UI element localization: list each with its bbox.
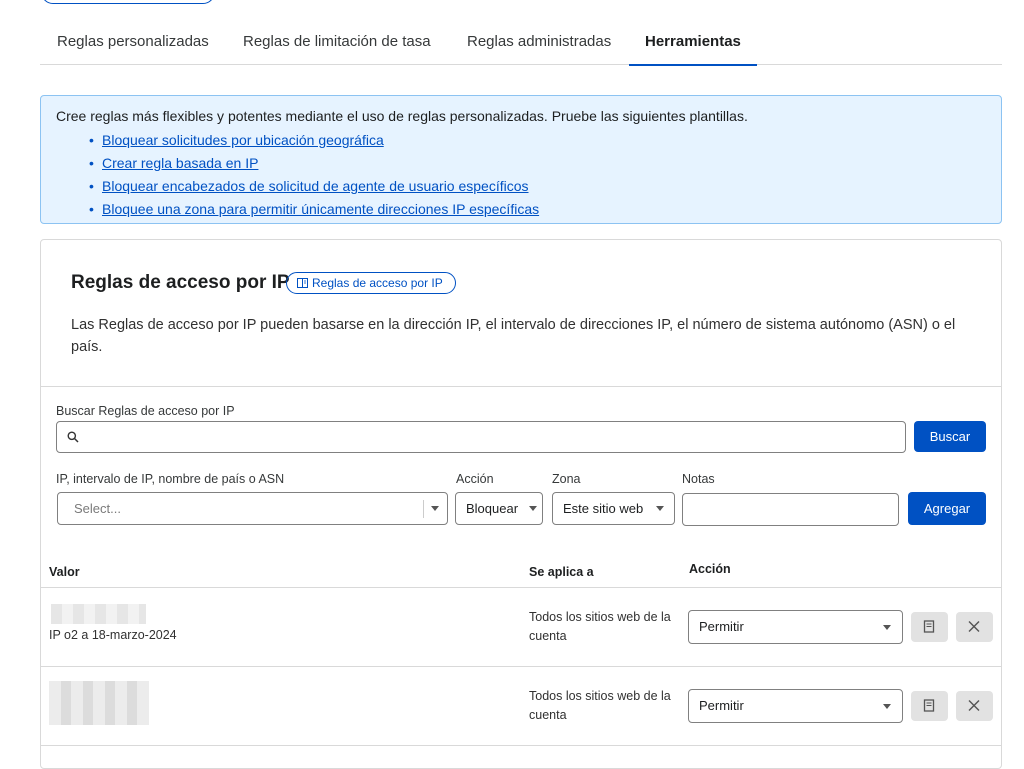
template-link-zone-lockdown[interactable]: Bloquee una zona para permitir únicament… bbox=[102, 201, 539, 217]
value-field-label: IP, intervalo de IP, nombre de país o AS… bbox=[56, 472, 285, 486]
row-action-select[interactable]: Permitir bbox=[688, 610, 903, 644]
chevron-down-icon bbox=[431, 506, 439, 511]
search-field[interactable] bbox=[56, 421, 906, 453]
book-icon bbox=[297, 278, 308, 288]
row-scope: Todos los sitios web de la cuenta bbox=[529, 610, 671, 643]
redacted-ip-value bbox=[49, 681, 149, 725]
list-item: Bloquear solicitudes por ubicación geogr… bbox=[89, 129, 986, 152]
divider bbox=[41, 745, 1001, 746]
template-link-user-agent[interactable]: Bloquear encabezados de solicitud de age… bbox=[102, 178, 529, 194]
chevron-down-icon bbox=[883, 625, 891, 630]
tab-herramientas[interactable]: Herramientas bbox=[629, 20, 757, 66]
value-select[interactable]: Select... bbox=[57, 492, 448, 525]
template-link-ip-rule[interactable]: Crear regla basada en IP bbox=[102, 155, 258, 171]
list-item: Bloquee una zona para permitir únicament… bbox=[89, 198, 986, 221]
select-separator bbox=[423, 500, 424, 518]
delete-button[interactable] bbox=[956, 691, 993, 721]
notes-field-label: Notas bbox=[682, 472, 715, 486]
search-input[interactable] bbox=[87, 426, 887, 448]
action-select[interactable]: Bloquear bbox=[455, 492, 543, 525]
column-header-value: Valor bbox=[49, 565, 80, 579]
search-button[interactable]: Buscar bbox=[914, 421, 986, 452]
row-scope: Todos los sitios web de la cuenta bbox=[529, 689, 671, 722]
ip-access-card: Reglas de acceso por IP Reglas de acceso… bbox=[40, 239, 1002, 769]
close-icon bbox=[968, 700, 980, 711]
card-description: Las Reglas de acceso por IP pueden basar… bbox=[71, 317, 956, 355]
search-label: Buscar Reglas de acceso por IP bbox=[56, 404, 235, 418]
template-link-geo[interactable]: Bloquear solicitudes por ubicación geogr… bbox=[102, 132, 384, 148]
chevron-down-icon bbox=[883, 704, 891, 709]
edit-note-button[interactable] bbox=[911, 691, 948, 721]
row-action-value: Permitir bbox=[699, 619, 744, 634]
zone-select[interactable]: Este sitio web bbox=[552, 492, 675, 525]
list-item: Crear regla basada en IP bbox=[89, 152, 986, 175]
search-icon bbox=[67, 431, 79, 443]
zone-field-label: Zona bbox=[552, 472, 581, 486]
tab-reglas-administradas[interactable]: Reglas administradas bbox=[467, 20, 611, 65]
row-note: IP o2 a 18-marzo-2024 bbox=[49, 628, 177, 642]
info-callout: Cree reglas más flexibles y potentes med… bbox=[40, 95, 1002, 224]
edit-note-button[interactable] bbox=[911, 612, 948, 642]
chevron-down-icon bbox=[529, 506, 537, 511]
close-icon bbox=[968, 621, 980, 632]
divider bbox=[41, 666, 1001, 667]
docs-link-pill[interactable]: Reglas de acceso por IP bbox=[286, 272, 456, 294]
action-select-value: Bloquear bbox=[466, 501, 519, 516]
column-header-action: Acción bbox=[689, 562, 731, 576]
list-item: Bloquear encabezados de solicitud de age… bbox=[89, 175, 986, 198]
add-button[interactable]: Agregar bbox=[908, 492, 986, 525]
action-field-label: Acción bbox=[456, 472, 494, 486]
note-icon bbox=[923, 699, 935, 712]
tab-bar: Reglas personalizadas Reglas de limitaci… bbox=[40, 20, 1002, 66]
tab-reglas-personalizadas[interactable]: Reglas personalizadas bbox=[57, 20, 209, 65]
note-icon bbox=[923, 620, 935, 633]
delete-button[interactable] bbox=[956, 612, 993, 642]
chevron-down-icon bbox=[656, 506, 664, 511]
top-partial-button[interactable] bbox=[41, 0, 215, 4]
redacted-ip-value bbox=[51, 604, 146, 624]
callout-text: Cree reglas más flexibles y potentes med… bbox=[56, 108, 748, 124]
card-title: Reglas de acceso por IP bbox=[71, 272, 290, 293]
tab-reglas-limitacion-tasa[interactable]: Reglas de limitación de tasa bbox=[243, 20, 431, 65]
column-header-scope: Se aplica a bbox=[529, 565, 594, 579]
divider bbox=[41, 587, 1001, 588]
docs-link-label: Reglas de acceso por IP bbox=[312, 276, 443, 290]
template-link-list: Bloquear solicitudes por ubicación geogr… bbox=[56, 129, 986, 221]
row-action-value: Permitir bbox=[699, 698, 744, 713]
zone-select-value: Este sitio web bbox=[563, 501, 644, 516]
notes-input[interactable] bbox=[682, 493, 899, 526]
value-select-placeholder: Select... bbox=[74, 501, 121, 516]
divider bbox=[41, 386, 1001, 387]
row-action-select[interactable]: Permitir bbox=[688, 689, 903, 723]
